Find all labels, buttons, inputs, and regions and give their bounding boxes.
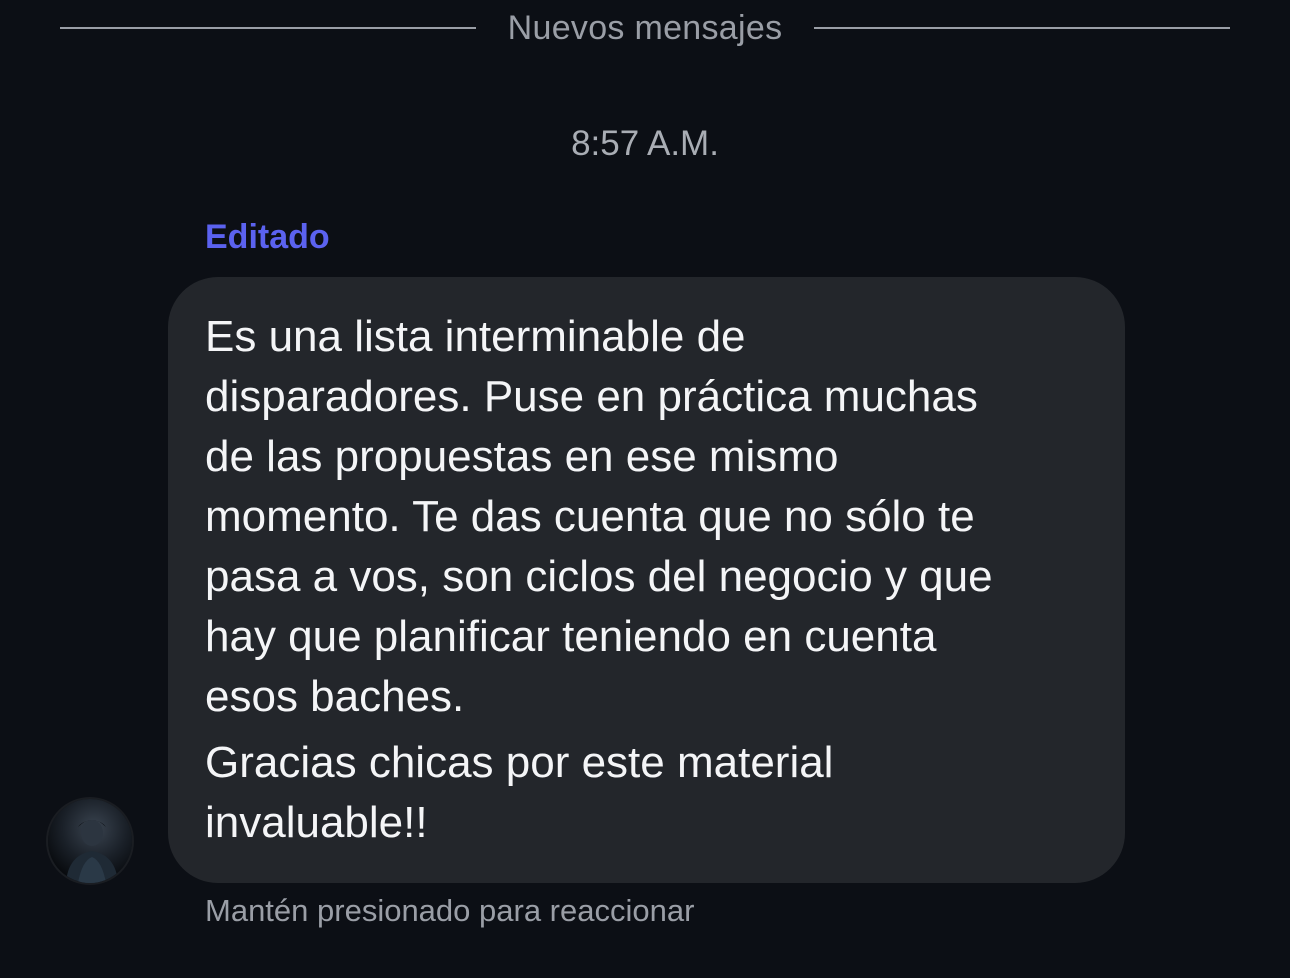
new-messages-label: Nuevos mensajes <box>507 8 783 47</box>
edited-label: Editado <box>205 218 330 256</box>
message-timestamp: 8:57 A.M. <box>571 124 719 163</box>
message-paragraph: Es una lista interminable de disparadore… <box>205 312 993 721</box>
message-paragraph: Gracias chicas por este material invalua… <box>205 738 834 847</box>
reaction-hint: Mantén presionado para reaccionar <box>205 893 695 928</box>
divider-line-right <box>814 27 1230 29</box>
avatar[interactable] <box>48 799 132 883</box>
divider-line-left <box>60 27 476 29</box>
message-bubble[interactable]: Es una lista interminable de disparadore… <box>168 277 1125 883</box>
avatar-person-icon <box>66 820 118 883</box>
new-messages-divider: Nuevos mensajes <box>60 6 1230 50</box>
